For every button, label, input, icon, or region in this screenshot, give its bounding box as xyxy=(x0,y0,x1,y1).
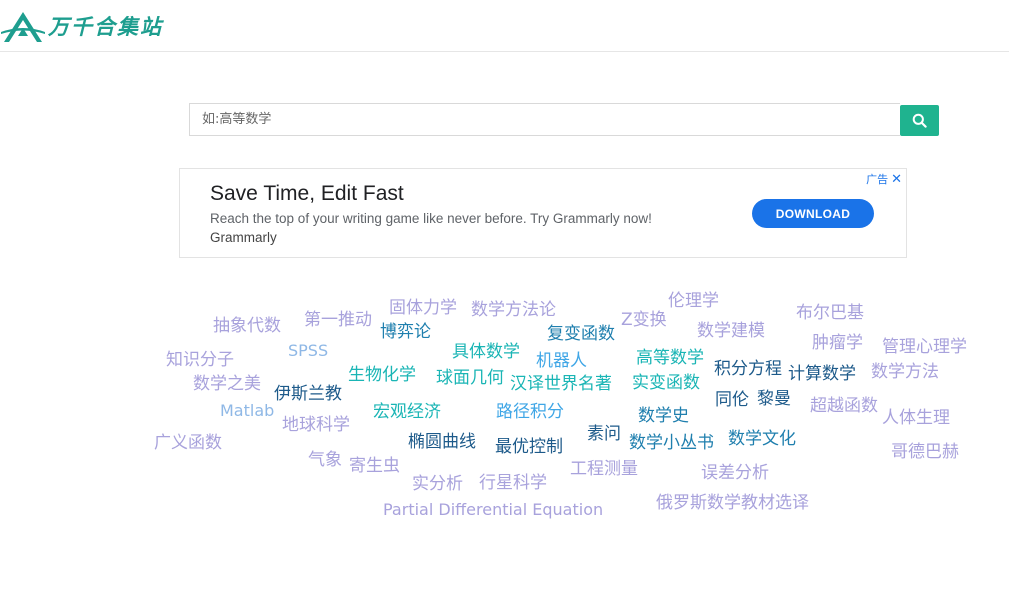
tag-link[interactable]: Matlab xyxy=(220,403,274,419)
tag-link[interactable]: 生物化学 xyxy=(348,367,416,384)
tag-link[interactable]: 误差分析 xyxy=(701,465,769,482)
tag-link[interactable]: 机器人 xyxy=(536,353,587,370)
logo-mountain-icon xyxy=(1,12,45,42)
tag-link[interactable]: 博弈论 xyxy=(380,324,431,341)
tag-link[interactable]: 高等数学 xyxy=(636,350,704,367)
ad-description: Reach the top of your writing game like … xyxy=(210,211,652,226)
tag-link[interactable]: 第一推动 xyxy=(304,312,372,329)
tag-link[interactable]: 路径积分 xyxy=(496,404,564,421)
tag-link[interactable]: 同伦 xyxy=(715,392,749,409)
search-input[interactable] xyxy=(189,103,900,136)
tag-link[interactable]: 实变函数 xyxy=(632,375,700,392)
tag-link[interactable]: 具体数学 xyxy=(452,344,520,361)
tag-link[interactable]: 气象 xyxy=(308,452,342,469)
close-icon[interactable]: ✕ xyxy=(891,173,902,186)
tag-link[interactable]: 计算数学 xyxy=(788,366,856,383)
ad-title[interactable]: Save Time, Edit Fast xyxy=(210,182,404,206)
tag-cloud: 抽象代数 第一推动 固体力学 数学方法论 伦理学 布尔巴基 博弈论 复变函数 Z… xyxy=(0,0,1009,596)
tag-link[interactable]: 俄罗斯数学教材选译 xyxy=(656,495,809,512)
tag-link[interactable]: 最优控制 xyxy=(495,439,563,456)
tag-link[interactable]: 广义函数 xyxy=(154,435,222,452)
tag-link[interactable]: 伊斯兰教 xyxy=(274,386,342,403)
site-header: 万千合集站 xyxy=(0,0,1009,52)
tag-link[interactable]: SPSS xyxy=(288,343,328,359)
tag-link[interactable]: 数学史 xyxy=(638,408,689,425)
tag-link[interactable]: Z变换 xyxy=(621,312,667,329)
ad-label: 广告 xyxy=(866,173,889,186)
tag-link[interactable]: 数学建模 xyxy=(697,323,765,340)
tag-link[interactable]: 管理心理学 xyxy=(882,339,967,356)
tag-link[interactable]: 素问 xyxy=(587,426,621,443)
tag-link[interactable]: 超越函数 xyxy=(810,398,878,415)
tag-link[interactable]: 抽象代数 xyxy=(213,318,281,335)
tag-link[interactable]: 地球科学 xyxy=(282,417,350,434)
tag-link[interactable]: 数学小丛书 xyxy=(629,435,714,452)
tag-link[interactable]: 人体生理 xyxy=(882,410,950,427)
tag-link[interactable]: 数学方法论 xyxy=(471,302,556,319)
search-button[interactable] xyxy=(900,105,939,136)
tag-link[interactable]: 数学方法 xyxy=(871,364,939,381)
tag-link[interactable]: 伦理学 xyxy=(668,293,719,310)
tag-link[interactable]: 积分方程 xyxy=(714,361,782,378)
tag-link[interactable]: 数学之美 xyxy=(193,376,261,393)
tag-link[interactable]: 肿瘤学 xyxy=(812,335,863,352)
tag-link[interactable]: 寄生虫 xyxy=(349,458,400,475)
tag-link[interactable]: 固体力学 xyxy=(389,300,457,317)
ad-download-button[interactable]: DOWNLOAD xyxy=(752,199,874,228)
site-logo[interactable]: 万千合集站 xyxy=(0,6,163,46)
tag-link[interactable]: 黎曼 xyxy=(757,391,791,408)
tag-link[interactable]: 球面几何 xyxy=(436,370,504,387)
tag-link[interactable]: 复变函数 xyxy=(547,326,615,343)
ad-choices[interactable]: 广告 ✕ xyxy=(866,171,902,187)
tag-link[interactable]: 宏观经济 xyxy=(373,404,441,421)
tag-link[interactable]: 汉译世界名著 xyxy=(510,376,612,393)
tag-link[interactable]: 知识分子 xyxy=(166,352,234,369)
search-icon xyxy=(912,113,927,128)
tag-link[interactable]: Partial Differential Equation xyxy=(383,502,603,518)
page: 万千合集站 Save Time, Edit Fast Reach the top… xyxy=(0,0,1009,596)
tag-link[interactable]: 哥德巴赫 xyxy=(891,444,959,461)
tag-link[interactable]: 数学文化 xyxy=(728,431,796,448)
logo-text: 万千合集站 xyxy=(48,14,163,39)
search-bar xyxy=(189,103,939,136)
tag-link[interactable]: 行星科学 xyxy=(479,475,547,492)
ad-banner[interactable]: Save Time, Edit Fast Reach the top of yo… xyxy=(179,168,907,258)
tag-link[interactable]: 实分析 xyxy=(412,476,463,493)
ad-brand: Grammarly xyxy=(210,230,277,245)
tag-link[interactable]: 布尔巴基 xyxy=(796,305,864,322)
tag-link[interactable]: 工程测量 xyxy=(570,461,638,478)
tag-link[interactable]: 椭圆曲线 xyxy=(408,434,476,451)
